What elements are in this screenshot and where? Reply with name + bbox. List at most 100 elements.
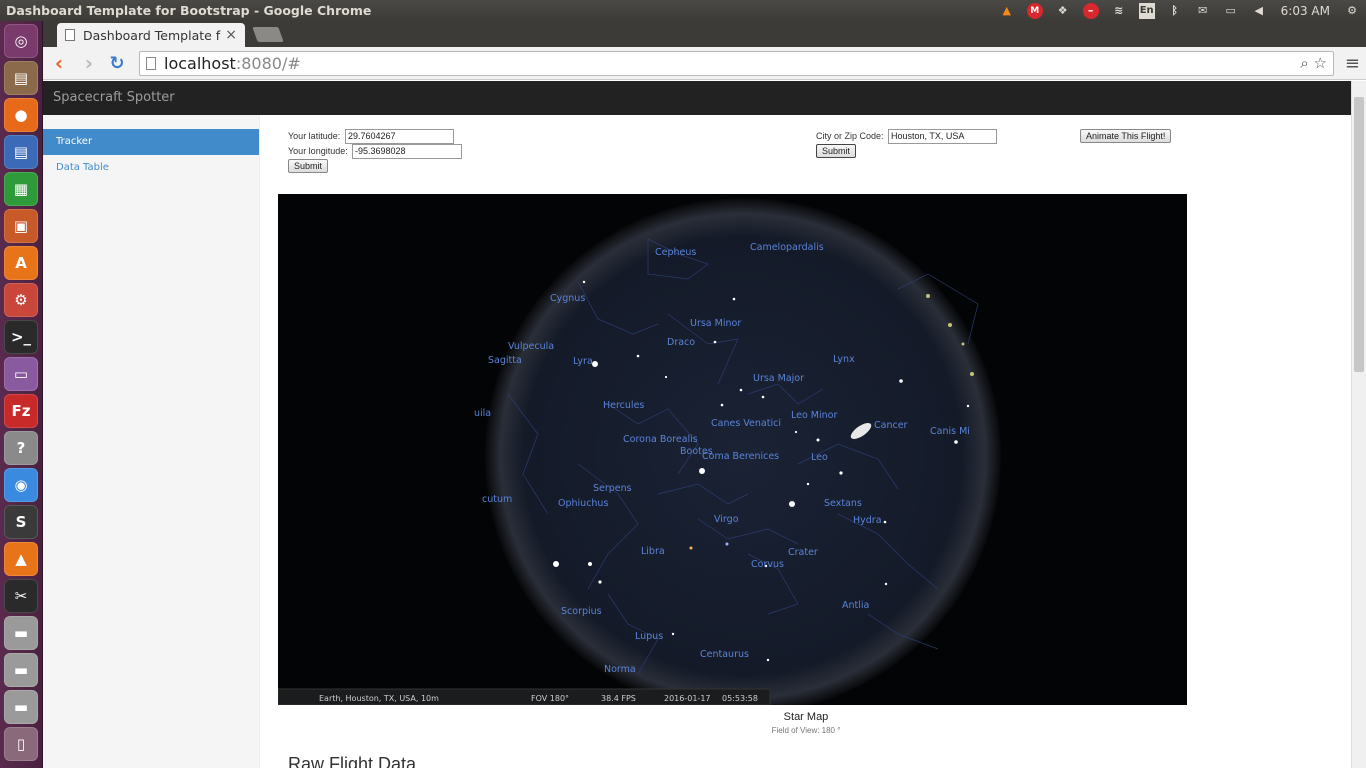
clock[interactable]: 6:03 AM <box>1281 4 1330 18</box>
stop-icon[interactable]: – <box>1082 2 1099 19</box>
search-icon[interactable]: ⌕ <box>1300 54 1308 72</box>
star <box>816 438 820 442</box>
constellation-label: Antlia <box>842 600 869 611</box>
software-center-icon[interactable]: A <box>4 246 38 280</box>
star <box>592 361 598 367</box>
new-tab-button[interactable] <box>252 27 284 42</box>
submit-coordinates-button[interactable]: Submit <box>288 159 329 173</box>
status-time: 05:53:58 <box>722 694 758 703</box>
ubuntu-dash-icon[interactable]: ◎ <box>4 24 38 58</box>
chrome-icon[interactable]: ◉ <box>4 468 38 502</box>
menu-icon[interactable]: ≡ <box>1345 53 1360 74</box>
vlc-launcher-icon[interactable]: ▲ <box>4 542 38 576</box>
reload-icon[interactable]: ↻ <box>106 52 128 74</box>
vlc-icon[interactable]: ▲ <box>999 3 1015 19</box>
status-fov: FOV 180° <box>531 694 569 703</box>
tab-title: Dashboard Template fo <box>83 27 222 43</box>
bluetooth-icon[interactable]: ᛒ <box>1167 3 1183 19</box>
constellation-label: Lyra <box>573 356 593 367</box>
raw-flight-data-heading: Raw Flight Data <box>288 754 417 768</box>
constellation-label: Draco <box>667 337 695 348</box>
forward-arrow-icon[interactable]: › <box>78 51 100 75</box>
keyboard-icon[interactable]: En <box>1138 2 1155 19</box>
sidebar-item-data-table[interactable]: Data Table <box>43 155 259 181</box>
star <box>789 501 795 507</box>
constellation-label: Vulpecula <box>508 341 554 352</box>
constellation-label: Cepheus <box>655 247 696 258</box>
page-scrollbar[interactable] <box>1351 81 1366 768</box>
star <box>720 403 724 407</box>
constellation-label: Corvus <box>751 559 784 570</box>
address-bar[interactable]: localhost:8080/# ⌕ ☆ <box>139 51 1334 76</box>
launcher: ◎ ▤ ● ▤ ▦ ▣ A ⚙ >_ ▭ Fz? ◉ S ▲ ✂ ▬ ▬ ▬ ▯ <box>0 21 43 768</box>
terminal-icon[interactable]: >_ <box>4 320 38 354</box>
star <box>588 562 592 566</box>
constellation-label: Ursa Minor <box>690 318 741 329</box>
tab-strip: Dashboard Template fo × <box>43 21 1366 47</box>
star-map[interactable]: Cepheus Camelopardalis Cygnus Ursa Minor Dra… <box>278 194 1187 705</box>
window-icon[interactable]: ▭ <box>4 357 38 391</box>
page-icon <box>65 29 75 41</box>
star <box>739 388 743 392</box>
longitude-input[interactable]: -95.3698028 <box>352 144 462 159</box>
video-editor-icon[interactable]: ✂ <box>4 579 38 613</box>
brand[interactable]: Spacecraft Spotter <box>53 90 175 105</box>
files-icon[interactable]: ▤ <box>4 61 38 95</box>
constellation-label: Sagitta <box>488 355 522 366</box>
star <box>689 546 693 550</box>
volume-icon[interactable]: ◀ <box>1251 3 1267 19</box>
star <box>761 395 765 399</box>
animate-flight-button[interactable]: Animate This Flight! <box>1080 129 1172 143</box>
star <box>806 482 810 486</box>
constellation-label: Cancer <box>874 420 908 431</box>
star <box>671 632 675 636</box>
navbar: Spacecraft Spotter <box>43 81 1351 115</box>
star-icon[interactable]: ☆ <box>1314 54 1327 72</box>
drive-icon-1[interactable]: ▬ <box>4 616 38 650</box>
drive-icon-3[interactable]: ▬ <box>4 690 38 724</box>
system-tray: ▲ M ❖ – ≋ En ᛒ ✉ ▭ ◀ 6:03 AM ⚙ <box>993 0 1366 21</box>
latitude-input[interactable]: 29.7604267 <box>345 129 454 144</box>
constellation-label: Hercules <box>603 400 644 411</box>
sublime-icon[interactable]: S <box>4 505 38 539</box>
constellation-label: Leo <box>811 452 828 463</box>
submit-city-button[interactable]: Submit <box>816 144 857 158</box>
settings-icon[interactable]: ⚙ <box>4 283 38 317</box>
scroll-thumb[interactable] <box>1354 97 1364 372</box>
firefox-icon[interactable]: ● <box>4 98 38 132</box>
back-arrow-icon[interactable]: ‹ <box>48 51 70 75</box>
star <box>766 658 770 662</box>
status-location: Earth, Houston, TX, USA, 10m <box>319 694 439 703</box>
gear-icon[interactable]: ⚙ <box>1344 3 1360 19</box>
constellation-label: Canes Venatici <box>711 418 781 429</box>
sidebar-item-tracker[interactable]: Tracker <box>43 129 259 155</box>
star-map-canvas: Cepheus Camelopardalis Cygnus Ursa Minor Dra… <box>278 198 1001 705</box>
filezilla-icon[interactable]: Fz <box>4 394 38 428</box>
constellation-label: Virgo <box>714 514 739 525</box>
constellation-label: Ursa Major <box>753 373 804 384</box>
star <box>954 440 958 444</box>
writer-icon[interactable]: ▤ <box>4 135 38 169</box>
star <box>884 582 888 586</box>
url-host: localhost <box>164 54 236 73</box>
mega-icon[interactable]: M <box>1026 2 1043 19</box>
longitude-label: Your longitude: <box>288 146 348 156</box>
constellation-label: Cygnus <box>550 293 585 304</box>
city-label: City or Zip Code: <box>816 131 884 141</box>
close-tab-icon[interactable]: × <box>225 27 237 43</box>
constellation-label: Libra <box>641 546 665 557</box>
help-icon[interactable]: ? <box>4 431 38 465</box>
constellation-label: Sextans <box>824 498 862 509</box>
browser-tab[interactable]: Dashboard Template fo × <box>57 23 245 47</box>
mail-icon[interactable]: ✉ <box>1195 3 1211 19</box>
battery-icon[interactable]: ▭ <box>1223 3 1239 19</box>
wifi-icon[interactable]: ≋ <box>1111 3 1127 19</box>
constellation-label: uila <box>474 408 491 419</box>
impress-icon[interactable]: ▣ <box>4 209 38 243</box>
city-input[interactable]: Houston, TX, USA <box>888 129 997 144</box>
star <box>839 471 843 475</box>
calc-icon[interactable]: ▦ <box>4 172 38 206</box>
trash-icon[interactable]: ▯ <box>4 727 38 761</box>
drive-icon-2[interactable]: ▬ <box>4 653 38 687</box>
dropbox-icon[interactable]: ❖ <box>1055 3 1071 19</box>
